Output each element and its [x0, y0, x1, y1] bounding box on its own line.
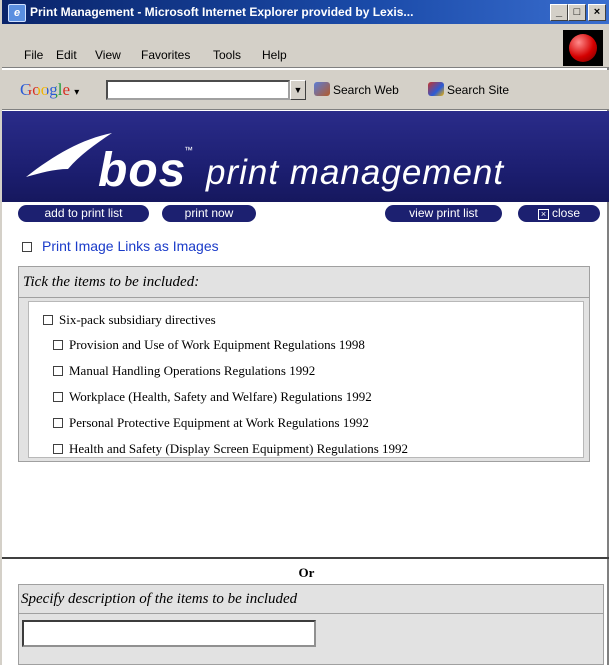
search-web-button[interactable]: Search Web — [314, 82, 399, 97]
item-checkbox[interactable] — [53, 392, 63, 402]
bos-print-management-banner: bos ™ print management — [2, 111, 609, 202]
items-fieldset: Tick the items to be included: Six-pack … — [18, 266, 590, 462]
google-menu-arrow-icon: ▾ — [74, 87, 80, 98]
six-pack-label: Six-pack subsidiary directives — [59, 312, 216, 327]
menu-file[interactable]: File — [24, 48, 43, 62]
browser-window: e Print Management - Microsoft Internet … — [0, 0, 609, 665]
items-fieldset-body: Six-pack subsidiary directives Provision… — [19, 298, 589, 461]
list-item[interactable]: Workplace (Health, Safety and Welfare) R… — [53, 389, 372, 405]
list-item-parent[interactable]: Six-pack subsidiary directives — [43, 312, 216, 328]
list-item[interactable]: Provision and Use of Work Equipment Regu… — [53, 337, 365, 353]
google-toolbar: Google ▾ ▼ Search Web Search Site — [2, 70, 609, 110]
six-pack-checkbox[interactable] — [43, 315, 53, 325]
menu-edit[interactable]: Edit — [56, 48, 77, 62]
menu-favorites[interactable]: Favorites — [141, 48, 190, 62]
print-image-links-label: Print Image Links as Images — [42, 238, 219, 254]
item-checkbox[interactable] — [53, 418, 63, 428]
description-fieldset: Specify description of the items to be i… — [18, 584, 604, 665]
close-button[interactable]: × close — [518, 205, 600, 222]
item-label: Manual Handling Operations Regulations 1… — [69, 363, 316, 378]
description-input[interactable] — [22, 620, 316, 647]
ie-app-icon: e — [8, 4, 26, 22]
item-checkbox[interactable] — [53, 340, 63, 350]
items-legend: Tick the items to be included: — [19, 267, 589, 298]
maximize-button[interactable]: □ — [568, 4, 586, 21]
banner-title: print management — [206, 153, 505, 192]
search-site-label: Search Site — [447, 83, 510, 97]
item-checkbox[interactable] — [53, 444, 63, 454]
search-history-dropdown-icon[interactable]: ▼ — [290, 80, 306, 100]
search-site-icon — [428, 82, 444, 96]
description-legend: Specify description of the items to be i… — [19, 585, 603, 614]
close-label: close — [551, 206, 580, 220]
browser-throbber-logo — [563, 30, 603, 66]
menu-bar: File Edit View Favorites Tools Help — [2, 24, 609, 68]
google-search-input[interactable] — [106, 80, 290, 100]
print-image-links-checkbox[interactable] — [22, 242, 32, 252]
brand-name: bos — [98, 144, 187, 197]
menu-view[interactable]: View — [95, 48, 121, 62]
trademark-symbol: ™ — [184, 145, 193, 155]
item-label: Personal Protective Equipment at Work Re… — [69, 415, 369, 430]
list-item[interactable]: Health and Safety (Display Screen Equipm… — [53, 441, 408, 457]
item-checkbox[interactable] — [53, 366, 63, 376]
google-logo-text: Google — [20, 80, 71, 99]
menu-tools[interactable]: Tools — [213, 48, 241, 62]
window-title: Print Management - Microsoft Internet Ex… — [30, 5, 414, 19]
search-web-label: Search Web — [333, 83, 399, 97]
item-label: Workplace (Health, Safety and Welfare) R… — [69, 389, 372, 404]
search-site-button[interactable]: Search Site — [428, 82, 509, 97]
menu-help[interactable]: Help — [262, 48, 287, 62]
list-item[interactable]: Manual Handling Operations Regulations 1… — [53, 363, 315, 379]
close-window-button[interactable]: × — [588, 4, 606, 21]
add-to-print-list-button[interactable]: add to print list — [18, 205, 149, 222]
or-separator-text: Or — [298, 565, 315, 580]
google-logo[interactable]: Google ▾ — [20, 80, 79, 100]
search-web-icon — [314, 82, 330, 96]
item-label: Health and Safety (Display Screen Equipm… — [69, 441, 409, 456]
print-image-links-option[interactable]: Print Image Links as Images — [22, 238, 219, 254]
list-item[interactable]: Personal Protective Equipment at Work Re… — [53, 415, 369, 431]
item-label: Provision and Use of Work Equipment Regu… — [69, 337, 365, 352]
title-bar: e Print Management - Microsoft Internet … — [2, 0, 609, 24]
items-list: Six-pack subsidiary directives Provision… — [28, 301, 584, 458]
minimize-button[interactable]: _ — [550, 4, 568, 21]
view-print-list-button[interactable]: view print list — [385, 205, 502, 222]
print-now-button[interactable]: print now — [162, 205, 256, 222]
divider — [2, 557, 609, 559]
close-x-icon: × — [537, 209, 549, 220]
